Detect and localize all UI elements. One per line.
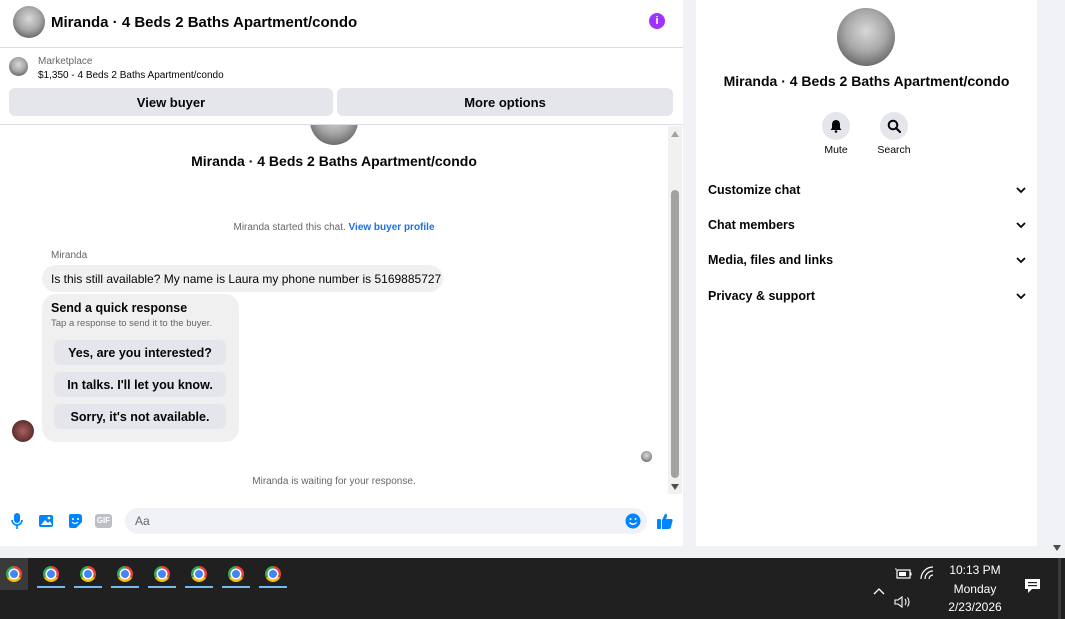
chat-members-row[interactable]: Chat members [708,215,1026,235]
clock-day[interactable]: Monday [940,582,1010,596]
taskbar-indicator [111,586,139,588]
chrome-icon[interactable] [191,566,207,582]
chevron-down-icon [1016,253,1026,267]
chrome-icon[interactable] [228,566,244,582]
taskbar-indicator [259,586,287,588]
taskbar-indicator [74,586,102,588]
chrome-icon[interactable] [265,566,281,582]
customize-chat-label: Customize chat [708,183,801,197]
header-divider [0,47,683,48]
page-scroll-down-arrow[interactable] [1053,545,1061,551]
chat-panel: Miranda · 4 Beds 2 Baths Apartment/condo… [0,0,683,546]
chat-info-panel: Miranda · 4 Beds 2 Baths Apartment/condo… [696,0,1037,546]
marketplace-label: Marketplace [38,56,93,67]
mute-button[interactable] [822,112,850,140]
sender-name: Miranda [51,250,88,261]
message-area: Miranda · 4 Beds 2 Baths Apartment/condo… [0,125,666,500]
started-text: Miranda started this chat. [233,222,346,233]
mute-label: Mute [824,144,848,156]
intro-title: Miranda · 4 Beds 2 Baths Apartment/condo [191,153,477,169]
quick-response-subtitle: Tap a response to send it to the buyer. [51,318,213,329]
listing-thumbnail[interactable] [9,57,28,76]
waiting-note: Miranda is waiting for your response. [252,476,416,487]
chat-title[interactable]: Miranda · 4 Beds 2 Baths Apartment/condo [51,14,357,31]
quick-response-in-talks-button[interactable]: In talks. I'll let you know. [54,372,226,397]
search-label: Search [877,144,911,156]
message-input[interactable]: Aa [125,508,647,534]
notifications-icon[interactable] [1024,578,1041,599]
chrome-icon[interactable] [80,566,96,582]
info-avatar[interactable] [837,8,895,66]
message-text: Is this still available? My name is Laur… [51,271,442,286]
media-files-links-label: Media, files and links [708,253,834,267]
chevron-down-icon [1016,218,1026,232]
seen-avatar [641,451,652,462]
taskbar: 10:13 PM Monday 2/23/2026 [0,558,1065,619]
show-desktop-button[interactable] [1058,558,1061,619]
quick-response-yes-button[interactable]: Yes, are you interested? [54,340,226,365]
quick-response-title: Send a quick response [51,301,188,315]
media-files-links-row[interactable]: Media, files and links [708,250,1026,270]
chat-started-note: Miranda started this chat. View buyer pr… [0,222,666,233]
volume-icon[interactable] [894,595,912,614]
scroll-up-arrow[interactable] [671,131,679,137]
chrome-icon[interactable] [154,566,170,582]
info-title: Miranda · 4 Beds 2 Baths Apartment/condo [723,73,1010,89]
photo-icon[interactable] [38,513,54,529]
privacy-support-row[interactable]: Privacy & support [708,286,1026,306]
scrollbar-thumb[interactable] [671,190,679,478]
thumbs-up-icon[interactable] [656,512,674,530]
quick-response-card: Send a quick response Tap a response to … [42,294,239,442]
chrome-icon[interactable] [117,566,133,582]
bell-icon [830,120,842,133]
clock-time[interactable]: 10:13 PM [940,563,1010,577]
search-button[interactable] [880,112,908,140]
chevron-up-icon[interactable] [873,582,885,600]
quick-response-not-available-button[interactable]: Sorry, it's not available. [54,404,226,429]
message-bubble[interactable]: Is this still available? My name is Laur… [42,265,443,292]
wifi-icon[interactable] [920,566,936,585]
battery-icon[interactable] [894,567,912,585]
scrollbar[interactable] [668,126,682,494]
microphone-icon[interactable] [10,512,24,530]
intro-avatar [310,125,358,145]
header-avatar[interactable] [13,6,45,38]
customize-chat-row[interactable]: Customize chat [708,180,1026,200]
clock-date[interactable]: 2/23/2026 [940,600,1010,614]
chrome-icon[interactable] [43,566,59,582]
sticker-icon[interactable] [67,513,83,529]
listing-title[interactable]: $1,350 - 4 Beds 2 Baths Apartment/condo [38,70,224,81]
sender-avatar[interactable] [12,420,34,442]
privacy-support-label: Privacy & support [708,289,815,303]
view-buyer-button[interactable]: View buyer [9,88,333,116]
info-icon[interactable]: i [649,13,665,29]
taskbar-indicator [37,586,65,588]
scroll-down-arrow[interactable] [671,484,679,490]
search-icon [887,119,901,133]
gif-icon[interactable]: GIF [95,514,112,528]
chrome-icon[interactable] [6,566,22,582]
chevron-down-icon [1016,183,1026,197]
taskbar-indicator [222,586,250,588]
emoji-icon[interactable] [625,513,641,529]
more-options-button[interactable]: More options [337,88,673,116]
taskbar-indicator [185,586,213,588]
chevron-down-icon [1016,289,1026,303]
page-scrollbar[interactable] [1050,0,1065,556]
view-buyer-profile-link[interactable]: View buyer profile [349,222,435,233]
composer-placeholder: Aa [135,514,150,528]
taskbar-indicator [148,586,176,588]
chat-members-label: Chat members [708,218,795,232]
